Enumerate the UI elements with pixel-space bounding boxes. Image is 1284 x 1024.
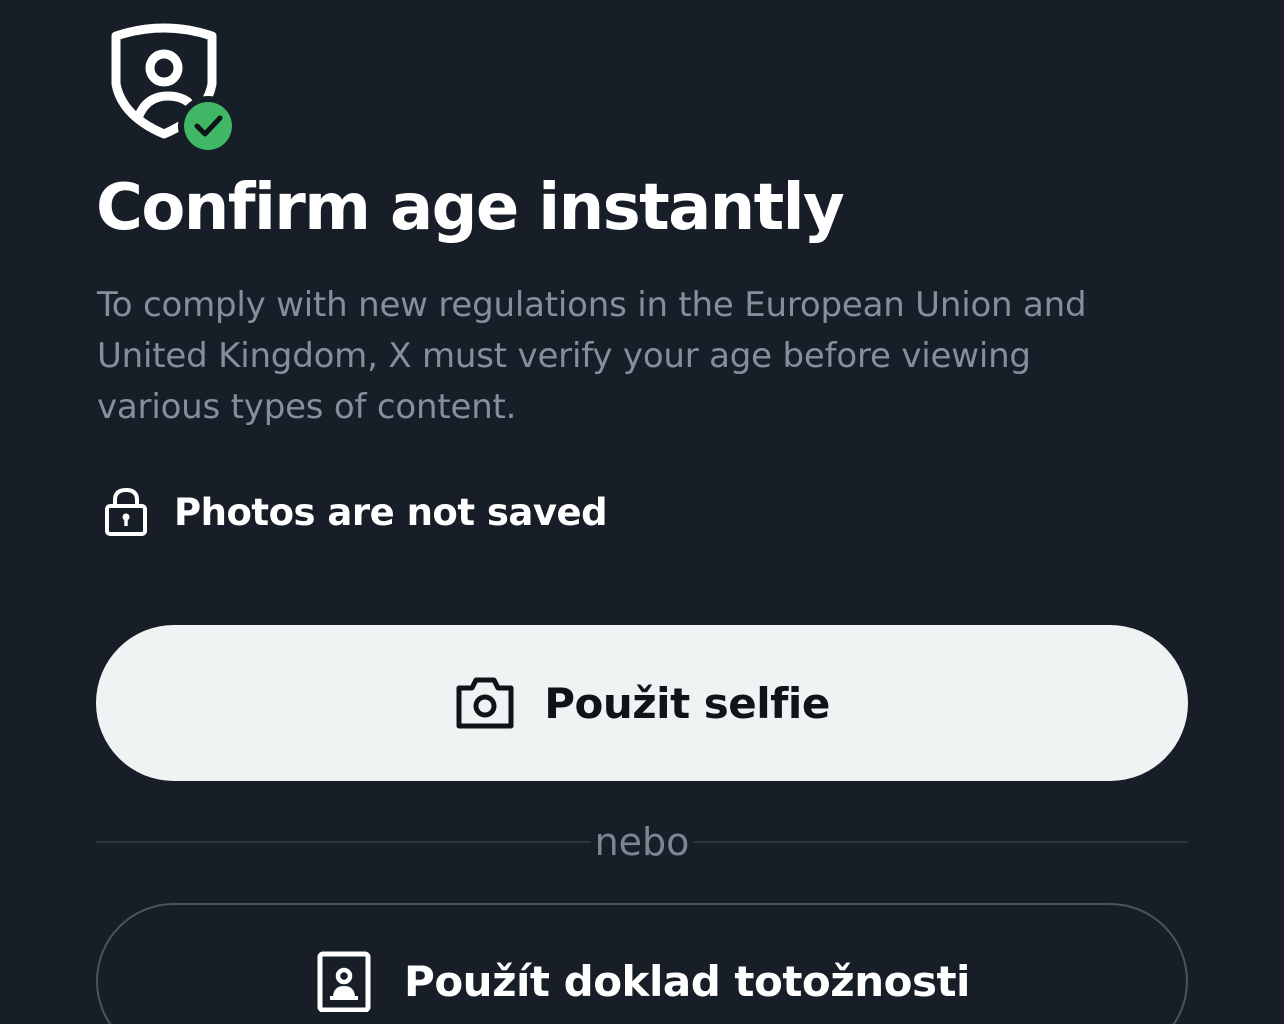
id-card-icon [314, 950, 376, 1012]
use-id-document-button[interactable]: Použít doklad totožnosti [96, 903, 1188, 1024]
use-selfie-button[interactable]: Použit selfie [96, 625, 1188, 781]
page-title: Confirm age instantly [96, 171, 845, 245]
camera-icon [454, 672, 516, 734]
page-description: To comply with new regulations in the Eu… [97, 285, 1087, 427]
lock-icon [100, 486, 152, 538]
use-id-document-label: Použít doklad totožnosti [404, 956, 970, 1006]
or-divider-text: nebo [590, 820, 694, 864]
shield-person-verified-icon [108, 22, 238, 152]
use-selfie-label: Použit selfie [544, 678, 830, 728]
or-divider: nebo [96, 812, 1188, 872]
privacy-note: Photos are not saved [100, 484, 608, 540]
privacy-note-text: Photos are not saved [174, 490, 608, 534]
